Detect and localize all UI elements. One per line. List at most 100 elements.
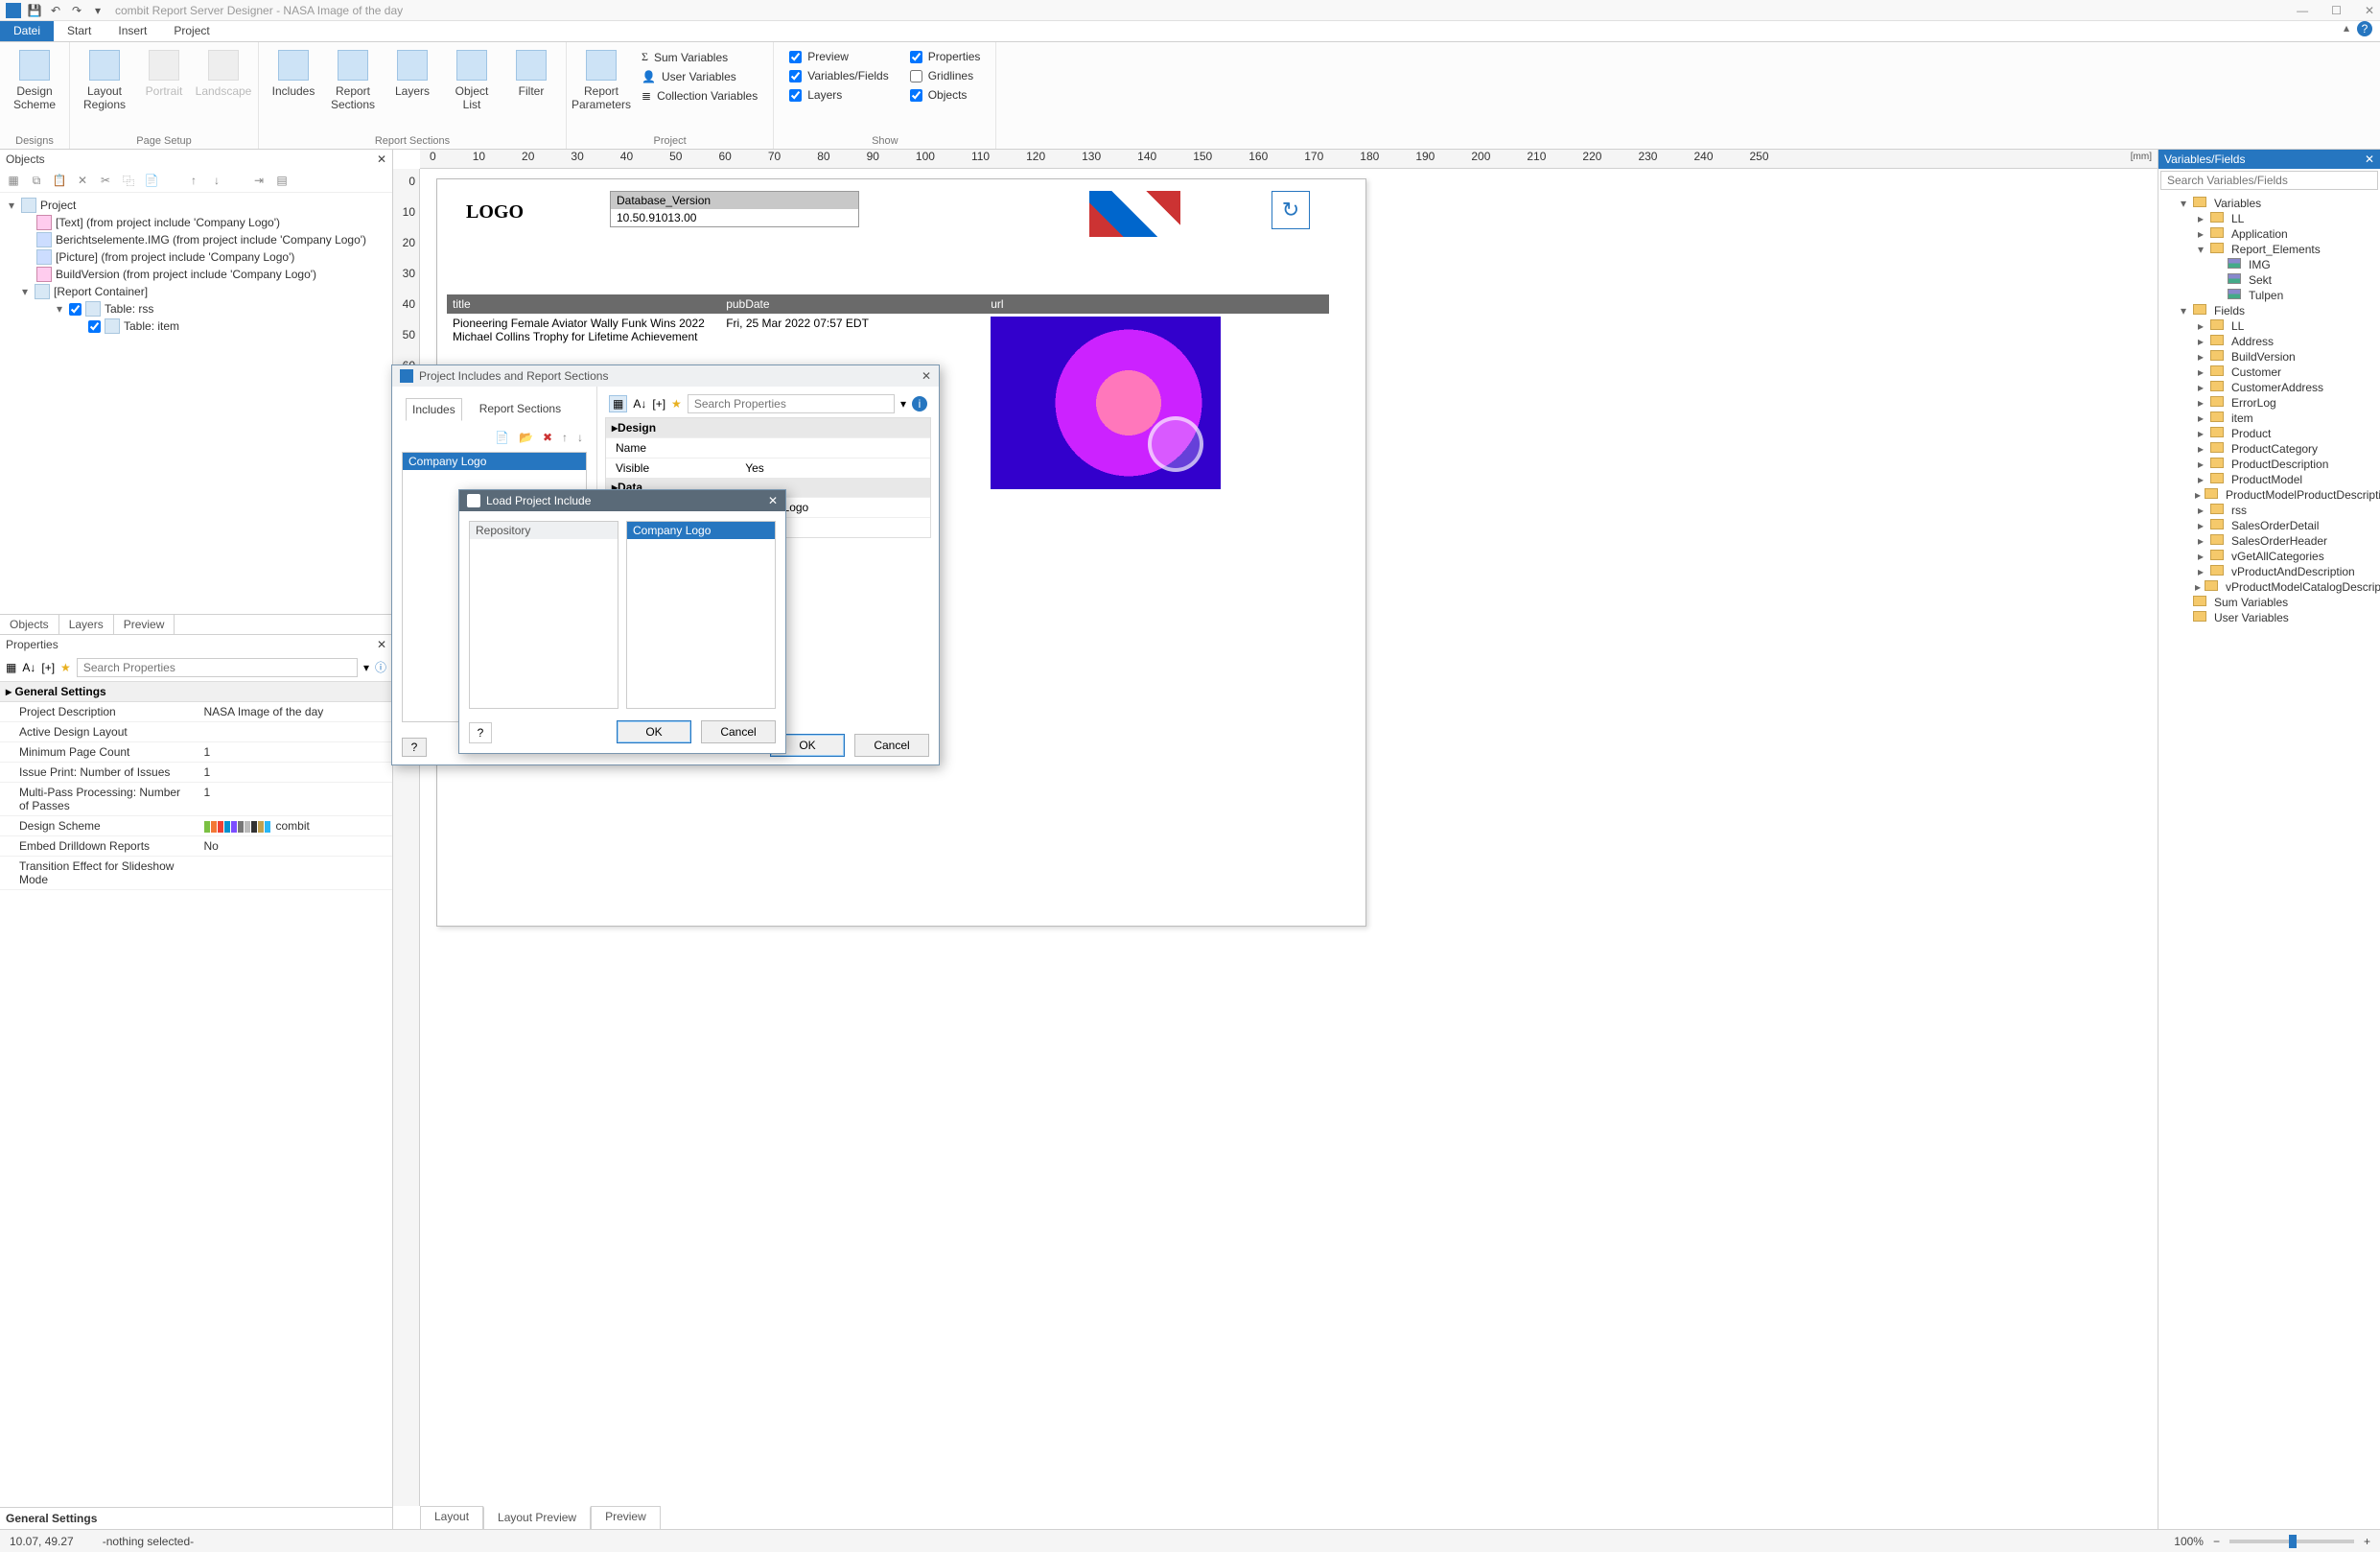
props-row[interactable]: Design Schemecombit (0, 816, 392, 836)
inc-cat-design[interactable]: ▸ Design (606, 418, 930, 437)
tab-layers[interactable]: Layers (59, 615, 114, 634)
vf-sumvars[interactable]: Sum Variables (2160, 595, 2378, 610)
vf-field-SalesOrderHeader[interactable]: ▸SalesOrderHeader (2160, 533, 2378, 549)
show-properties-checkbox[interactable]: Properties (910, 50, 981, 63)
vf-field-ProductModelProductDescription[interactable]: ▸ProductModelProductDescription (2160, 487, 2378, 503)
vf-field-vProductModelCatalogDescription[interactable]: ▸vProductModelCatalogDescription (2160, 579, 2378, 595)
inc-props-fav-icon[interactable]: ★ (671, 397, 682, 411)
inc-delete-icon[interactable]: ✖ (543, 431, 552, 444)
vf-re-IMG[interactable]: IMG (2160, 257, 2378, 272)
tab-insert[interactable]: Insert (105, 21, 160, 41)
load-cancel-button[interactable]: Cancel (701, 720, 776, 743)
include-list[interactable]: Company Logo (626, 521, 776, 709)
portrait-button[interactable]: Portrait (137, 46, 191, 102)
close-button[interactable]: ✕ (2365, 4, 2374, 17)
vf-field-item[interactable]: ▸item (2160, 411, 2378, 426)
zoom-thumb[interactable] (2289, 1535, 2297, 1548)
show-gridlines-checkbox[interactable]: Gridlines (910, 69, 981, 82)
props-tb-fav-icon[interactable]: ★ (60, 661, 71, 674)
load-dialog-titlebar[interactable]: Load Project Include ✕ (459, 490, 785, 511)
vf-re-Tulpen[interactable]: Tulpen (2160, 288, 2378, 303)
objects-panel-close-icon[interactable]: ✕ (377, 153, 386, 166)
save-icon[interactable]: 💾 (27, 3, 42, 18)
vf-field-ErrorLog[interactable]: ▸ErrorLog (2160, 395, 2378, 411)
tree-text[interactable]: [Text] (from project include 'Company Lo… (2, 214, 390, 231)
tree-container[interactable]: ▾[Report Container] (2, 283, 390, 300)
props-row[interactable]: Issue Print: Number of Issues1 (0, 763, 392, 783)
qat-dropdown-icon[interactable]: ▾ (90, 3, 105, 18)
minimize-button[interactable]: — (2297, 4, 2308, 17)
props-value[interactable]: No (197, 836, 393, 856)
tree-picture[interactable]: [Picture] (from project include 'Company… (2, 248, 390, 266)
report-parameters-button[interactable]: Report Parameters (574, 46, 628, 116)
user-variables-link[interactable]: 👤User Variables (642, 70, 758, 83)
zoom-out-icon[interactable]: − (2213, 1535, 2220, 1548)
tab-preview[interactable]: Preview (114, 615, 175, 634)
includes-cancel-button[interactable]: Cancel (854, 734, 929, 757)
tb-down-icon[interactable]: ↓ (209, 173, 224, 188)
vf-variables[interactable]: ▾Variables (2160, 196, 2378, 211)
maximize-button[interactable]: ☐ (2331, 4, 2342, 17)
tb-paste-icon[interactable]: 📋 (52, 173, 67, 188)
tb-new-icon[interactable]: ▦ (6, 173, 21, 188)
properties-panel-close-icon[interactable]: ✕ (377, 638, 386, 651)
tab-layout[interactable]: Layout (420, 1507, 483, 1529)
props-row[interactable]: Project DescriptionNASA Image of the day (0, 702, 392, 722)
undo-icon[interactable]: ↶ (48, 3, 63, 18)
design-scheme-button[interactable]: Design Scheme (8, 46, 61, 116)
vf-field-ProductDescription[interactable]: ▸ProductDescription (2160, 457, 2378, 472)
varfields-search-input[interactable] (2160, 171, 2378, 190)
ribbon-collapse-icon[interactable]: ▴ (2344, 21, 2349, 41)
includes-tab[interactable]: Includes (406, 398, 462, 421)
vf-field-Product[interactable]: ▸Product (2160, 426, 2378, 441)
props-tb-expand-icon[interactable]: [+] (41, 661, 55, 674)
zoom-slider[interactable] (2229, 1540, 2354, 1543)
tb-clip-icon[interactable]: 📄 (144, 173, 159, 188)
vf-field-CustomerAddress[interactable]: ▸CustomerAddress (2160, 380, 2378, 395)
includes-dialog-close-icon[interactable]: ✕ (922, 369, 931, 383)
inc-up-icon[interactable]: ↑ (562, 431, 568, 444)
tab-datei[interactable]: Datei (0, 21, 54, 41)
inc-props-expand-icon[interactable]: [+] (652, 397, 665, 411)
props-info-icon[interactable]: ⓘ (375, 659, 386, 675)
props-row[interactable]: Multi-Pass Processing: Number of Passes1 (0, 783, 392, 816)
props-cat-general[interactable]: ▸ General Settings (0, 681, 392, 702)
vf-fields[interactable]: ▾Fields (2160, 303, 2378, 318)
props-value[interactable]: NASA Image of the day (197, 702, 393, 721)
include-item-selected[interactable]: Company Logo (627, 522, 775, 539)
tree-img[interactable]: Berichtselemente.IMG (from project inclu… (2, 231, 390, 248)
show-layers-checkbox[interactable]: Layers (789, 88, 888, 102)
vf-field-Address[interactable]: ▸Address (2160, 334, 2378, 349)
props-search-dropdown-icon[interactable]: ▾ (363, 661, 369, 674)
props-value[interactable]: 1 (197, 763, 393, 782)
vf-field-ProductCategory[interactable]: ▸ProductCategory (2160, 441, 2378, 457)
inc-props-search-input[interactable] (688, 394, 895, 413)
props-value[interactable] (197, 857, 393, 889)
filter-button[interactable]: Filter (504, 46, 558, 102)
vf-field-Customer[interactable]: ▸Customer (2160, 364, 2378, 380)
props-row[interactable]: Embed Drilldown ReportsNo (0, 836, 392, 857)
vf-re-Sekt[interactable]: Sekt (2160, 272, 2378, 288)
vf-field-SalesOrderDetail[interactable]: ▸SalesOrderDetail (2160, 518, 2378, 533)
properties-search-input[interactable] (77, 658, 358, 677)
props-value[interactable]: combit (197, 816, 393, 835)
props-row[interactable]: Minimum Page Count1 (0, 742, 392, 763)
inc-open-icon[interactable]: 📂 (519, 431, 533, 444)
tree-table-rss[interactable]: ▾Table: rss (2, 300, 390, 317)
props-tb-cat-icon[interactable]: ▦ (6, 661, 16, 674)
repository-item[interactable]: Repository (470, 522, 618, 539)
tb-up-icon[interactable]: ↑ (186, 173, 201, 188)
inc-new-icon[interactable]: 📄 (495, 431, 509, 444)
report-sections-tab[interactable]: Report Sections (474, 398, 567, 421)
props-value[interactable] (197, 722, 393, 741)
tb-grid-icon[interactable]: ▤ (274, 173, 290, 188)
show-varsfields-checkbox[interactable]: Variables/Fields (789, 69, 888, 82)
tb-copy-icon[interactable]: ⧉ (29, 173, 44, 188)
props-value[interactable]: 1 (197, 742, 393, 762)
show-preview-checkbox[interactable]: Preview (789, 50, 888, 63)
props-row[interactable]: Active Design Layout (0, 722, 392, 742)
props-tb-sort-icon[interactable]: A↓ (22, 661, 35, 674)
vf-var-LL[interactable]: ▸LL (2160, 211, 2378, 226)
tb-cut-icon[interactable]: ✂ (98, 173, 113, 188)
props-value[interactable]: 1 (197, 783, 393, 815)
